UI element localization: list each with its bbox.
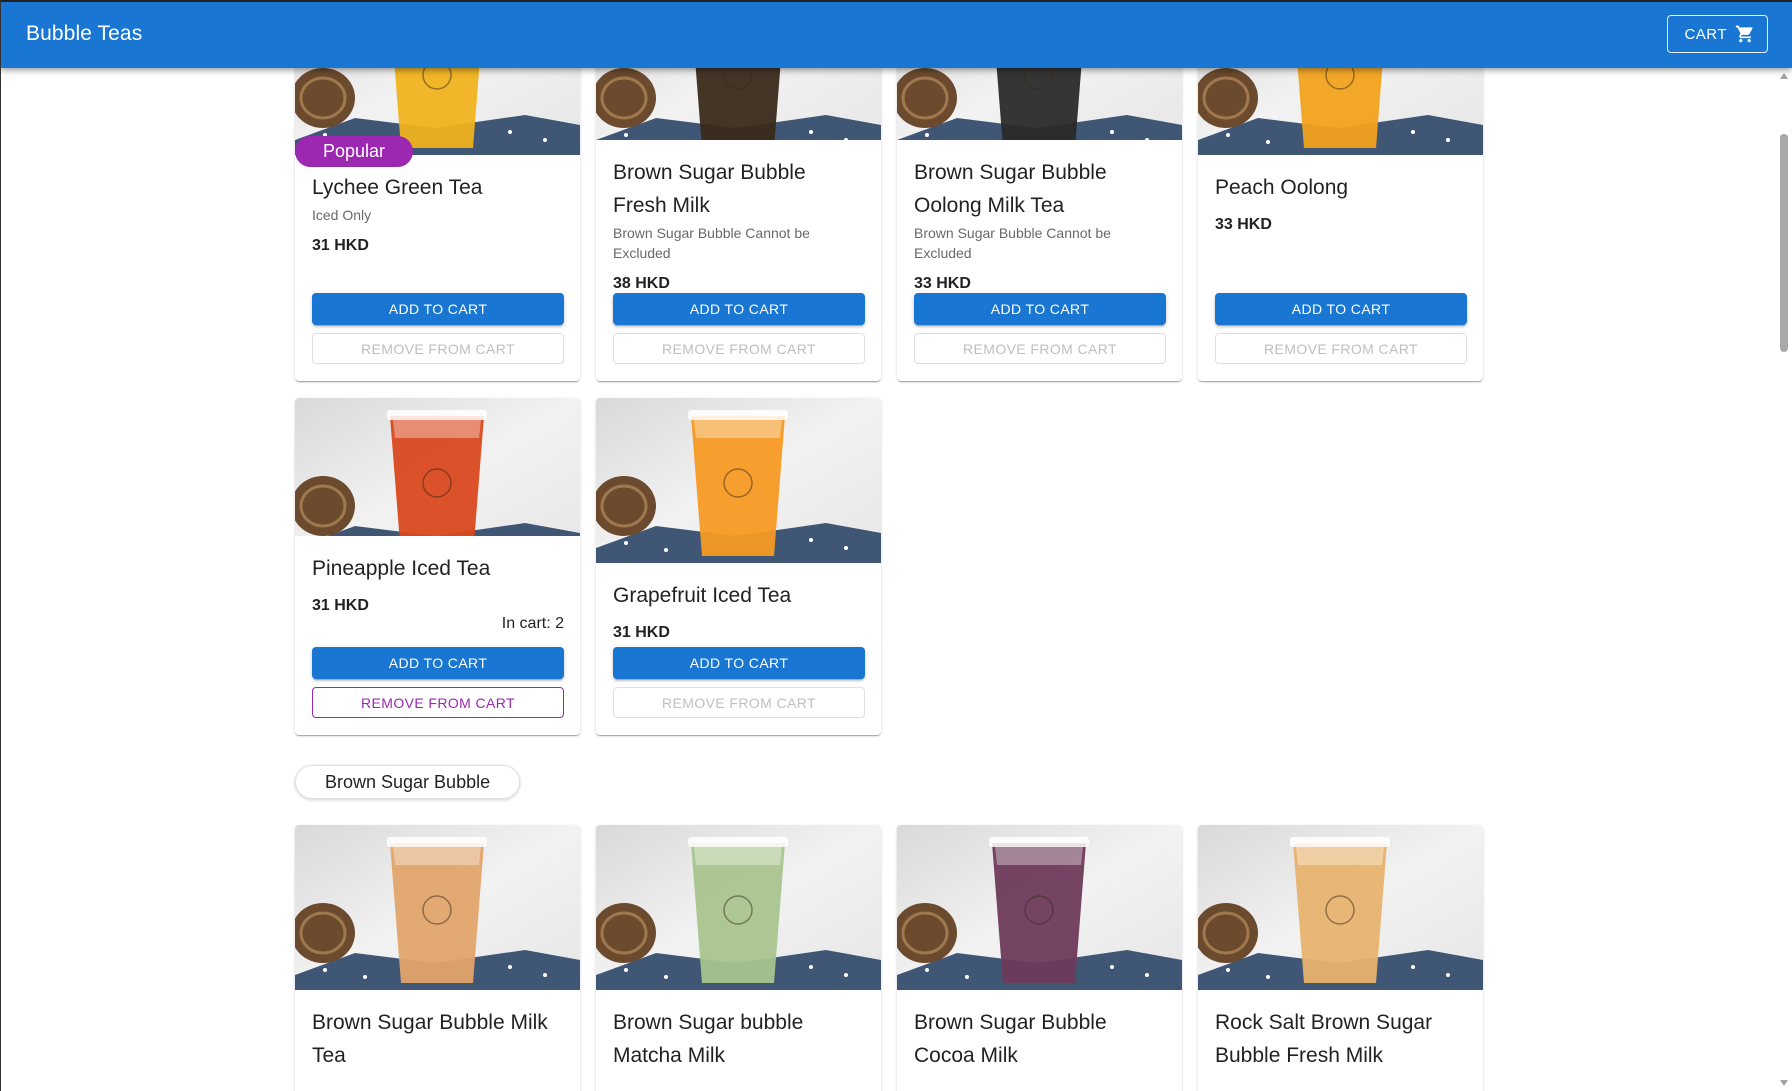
product-description: Iced Only bbox=[312, 207, 372, 223]
product-image bbox=[295, 398, 580, 536]
drink-photo bbox=[295, 825, 580, 990]
product-image bbox=[897, 68, 1182, 140]
product-name: Lychee Green Tea bbox=[312, 176, 483, 199]
product-card-body: Pineapple Iced Tea 31 HKD In cart: 2 ADD TO… bbox=[295, 536, 580, 735]
drink-photo bbox=[295, 398, 580, 536]
product-card-body: Brown Sugar Bubble Oolong Milk Tea Brown … bbox=[897, 140, 1182, 381]
product-card: Brown Sugar Bubble Cocoa Milk bbox=[897, 825, 1182, 1091]
product-card-body: Brown Sugar Bubble Cocoa Milk bbox=[897, 990, 1182, 1091]
remove-from-cart-button[interactable]: REMOVE FROM CART bbox=[312, 687, 564, 718]
drink-photo bbox=[596, 825, 881, 990]
product-name: Brown Sugar Bubble Oolong Milk Tea bbox=[914, 161, 1107, 217]
drink-photo bbox=[897, 68, 1182, 140]
scroll-down-arrow-icon[interactable] bbox=[1780, 1080, 1788, 1086]
product-name: Grapefruit Iced Tea bbox=[613, 584, 792, 607]
drink-photo bbox=[596, 68, 881, 140]
product-image bbox=[1198, 825, 1483, 990]
menu-content: Popular Lychee Green Tea Iced Only 31 HKD AD… bbox=[295, 68, 1485, 1091]
remove-from-cart-button[interactable]: REMOVE FROM CART bbox=[914, 333, 1166, 364]
product-card: Peach Oolong 33 HKD ADD TO CART REMOVE FROM… bbox=[1198, 68, 1483, 381]
product-image bbox=[596, 398, 881, 563]
product-image bbox=[596, 825, 881, 990]
scrollbar-thumb[interactable] bbox=[1780, 134, 1788, 352]
product-name: Brown Sugar Bubble Milk Tea bbox=[312, 1011, 548, 1067]
product-card: Grapefruit Iced Tea 31 HKD ADD TO CART REMO… bbox=[596, 398, 881, 735]
app-bar: Bubble Teas CART bbox=[0, 0, 1792, 68]
scrollbar[interactable] bbox=[1776, 68, 1792, 1091]
product-grid-brown-sugar: Brown Sugar Bubble Milk Tea Brown Sugar b… bbox=[295, 825, 1485, 1091]
product-image bbox=[295, 825, 580, 990]
shopping-cart-icon bbox=[1735, 25, 1753, 43]
in-cart-count: In cart: 2 bbox=[501, 615, 564, 632]
product-card-body: Grapefruit Iced Tea 31 HKD ADD TO CART REMO… bbox=[596, 563, 881, 735]
card-spacer bbox=[1215, 234, 1467, 293]
remove-from-cart-button[interactable]: REMOVE FROM CART bbox=[1215, 333, 1467, 364]
product-card: Rock Salt Brown Sugar Bubble Fresh Milk bbox=[1198, 825, 1483, 1091]
window-frame-top bbox=[0, 0, 1792, 2]
product-grid: Popular Lychee Green Tea Iced Only 31 HKD AD… bbox=[295, 68, 1485, 735]
add-to-cart-button[interactable]: ADD TO CART bbox=[613, 647, 865, 679]
product-card-body: Rock Salt Brown Sugar Bubble Fresh Milk bbox=[1198, 990, 1483, 1091]
product-price: 33 HKD bbox=[914, 275, 971, 292]
cart-button-label: CART bbox=[1684, 25, 1727, 43]
drink-photo bbox=[1198, 825, 1483, 990]
product-name: Rock Salt Brown Sugar Bubble Fresh Milk bbox=[1215, 1011, 1433, 1067]
product-image bbox=[596, 68, 881, 140]
add-to-cart-button[interactable]: ADD TO CART bbox=[312, 647, 564, 679]
product-card: Brown Sugar bubble Matcha Milk bbox=[596, 825, 881, 1091]
product-name: Pineapple Iced Tea bbox=[312, 557, 491, 580]
remove-from-cart-button[interactable]: REMOVE FROM CART bbox=[312, 333, 564, 364]
add-to-cart-button[interactable]: ADD TO CART bbox=[613, 293, 865, 325]
product-name: Brown Sugar Bubble Cocoa Milk bbox=[914, 1011, 1107, 1067]
product-description: Brown Sugar Bubble Cannot be Excluded bbox=[914, 225, 1111, 261]
product-card-body: Brown Sugar bubble Matcha Milk bbox=[596, 990, 881, 1091]
cart-button[interactable]: CART bbox=[1667, 15, 1768, 53]
category-chip[interactable]: Brown Sugar Bubble bbox=[295, 765, 521, 799]
product-card: Brown Sugar Bubble Milk Tea bbox=[295, 825, 580, 1091]
drink-photo bbox=[1198, 68, 1483, 155]
add-to-cart-button[interactable]: ADD TO CART bbox=[312, 293, 564, 325]
product-card-body: Peach Oolong 33 HKD ADD TO CART REMOVE FROM… bbox=[1198, 155, 1483, 381]
add-to-cart-button[interactable]: ADD TO CART bbox=[1215, 293, 1467, 325]
product-name: Brown Sugar Bubble Fresh Milk bbox=[613, 161, 806, 217]
scroll-up-arrow-icon[interactable] bbox=[1780, 73, 1788, 79]
product-card: Pineapple Iced Tea 31 HKD In cart: 2 ADD TO… bbox=[295, 398, 580, 735]
popular-badge: Popular bbox=[295, 136, 414, 167]
product-card: Brown Sugar Bubble Fresh Milk Brown Sugar… bbox=[596, 68, 881, 381]
drink-photo bbox=[897, 825, 1182, 990]
product-description: Brown Sugar Bubble Cannot be Excluded bbox=[613, 225, 810, 261]
remove-from-cart-button[interactable]: REMOVE FROM CART bbox=[613, 333, 865, 364]
product-price: 38 HKD bbox=[613, 275, 670, 292]
product-name: Brown Sugar bubble Matcha Milk bbox=[613, 1011, 804, 1067]
product-card-body: Brown Sugar Bubble Milk Tea bbox=[295, 990, 580, 1091]
card-spacer bbox=[312, 255, 564, 293]
product-card: Popular Lychee Green Tea Iced Only 31 HKD AD… bbox=[295, 68, 580, 381]
product-price: 31 HKD bbox=[312, 597, 369, 614]
product-name: Peach Oolong bbox=[1215, 176, 1349, 199]
product-price: 31 HKD bbox=[613, 624, 670, 641]
product-image bbox=[1198, 68, 1483, 155]
product-image bbox=[897, 825, 1182, 990]
add-to-cart-button[interactable]: ADD TO CART bbox=[914, 293, 1166, 325]
menu-scroll-area[interactable]: Popular Lychee Green Tea Iced Only 31 HKD AD… bbox=[0, 68, 1792, 1091]
product-price: 31 HKD bbox=[312, 237, 369, 254]
remove-from-cart-button[interactable]: REMOVE FROM CART bbox=[613, 687, 865, 718]
product-card: Brown Sugar Bubble Oolong Milk Tea Brown … bbox=[897, 68, 1182, 381]
product-card-body: Lychee Green Tea Iced Only 31 HKD ADD TO CA… bbox=[295, 155, 580, 381]
window-frame-left bbox=[0, 0, 1, 1091]
app-title: Bubble Teas bbox=[26, 22, 143, 45]
product-price: 33 HKD bbox=[1215, 216, 1272, 233]
product-card-body: Brown Sugar Bubble Fresh Milk Brown Sugar… bbox=[596, 140, 881, 381]
drink-photo bbox=[596, 398, 881, 563]
